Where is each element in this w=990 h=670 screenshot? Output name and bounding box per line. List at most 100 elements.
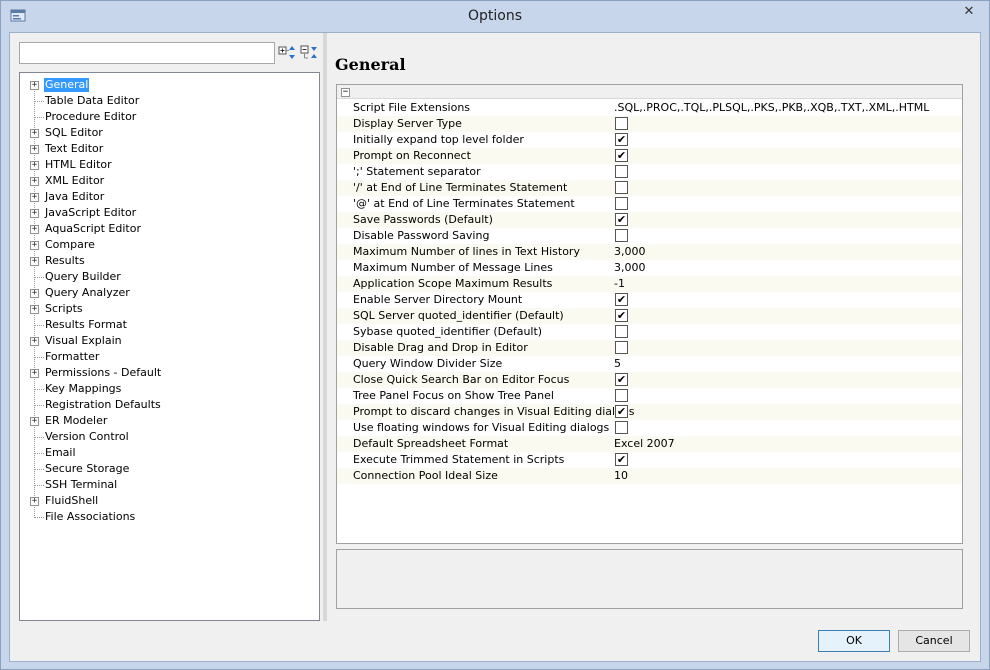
tree-item[interactable]: Secure Storage <box>20 461 319 477</box>
close-button[interactable]: ✕ <box>953 2 985 22</box>
expand-icon[interactable]: + <box>30 209 39 218</box>
tree-item[interactable]: + ER Modeler <box>20 413 319 429</box>
expand-icon[interactable]: + <box>30 129 39 138</box>
property-checkbox[interactable]: ✔ <box>615 213 628 226</box>
tree-item[interactable]: + JavaScript Editor <box>20 205 319 221</box>
property-checkbox[interactable]: ✔ <box>615 453 628 466</box>
property-checkbox[interactable] <box>615 229 628 242</box>
property-row[interactable]: Display Server Type <box>337 116 962 132</box>
property-row[interactable]: Execute Trimmed Statement in Scripts ✔ <box>337 452 962 468</box>
property-checkbox[interactable] <box>615 181 628 194</box>
tree-item[interactable]: + Visual Explain <box>20 333 319 349</box>
tree-item[interactable]: + Query Analyzer <box>20 285 319 301</box>
tree-item[interactable]: + Scripts <box>20 301 319 317</box>
collapse-group-icon[interactable]: − <box>341 88 350 97</box>
expand-icon[interactable]: + <box>30 177 39 186</box>
property-row[interactable]: Enable Server Directory Mount ✔ <box>337 292 962 308</box>
tree-item[interactable]: + Java Editor <box>20 189 319 205</box>
property-row[interactable]: Use floating windows for Visual Editing … <box>337 420 962 436</box>
property-row[interactable]: Script File Extensions .SQL,.PROC,.TQL,.P… <box>337 100 962 116</box>
property-value[interactable]: Excel 2007 <box>614 437 675 451</box>
expand-icon[interactable]: + <box>30 369 39 378</box>
expand-icon[interactable]: + <box>30 193 39 202</box>
property-row[interactable]: Initially expand top level folder ✔ <box>337 132 962 148</box>
property-row[interactable]: Save Passwords (Default) ✔ <box>337 212 962 228</box>
property-checkbox[interactable] <box>615 325 628 338</box>
tree-item[interactable]: + AquaScript Editor <box>20 221 319 237</box>
options-tree[interactable]: + General Table Data Editor Procedure Edito… <box>19 72 320 621</box>
expand-all-icon[interactable] <box>277 43 297 63</box>
tree-item[interactable]: Procedure Editor <box>20 109 319 125</box>
tree-item[interactable]: SSH Terminal <box>20 477 319 493</box>
property-value[interactable]: 3,000 <box>614 261 646 275</box>
tree-item[interactable]: Table Data Editor <box>20 93 319 109</box>
tree-item[interactable]: + XML Editor <box>20 173 319 189</box>
tree-item[interactable]: + General <box>20 77 319 93</box>
cancel-button[interactable]: Cancel <box>898 630 970 652</box>
property-row[interactable]: Prompt on Reconnect ✔ <box>337 148 962 164</box>
property-value[interactable]: 10 <box>614 469 628 483</box>
expand-icon[interactable]: + <box>30 81 39 90</box>
tree-item[interactable]: + Permissions - Default <box>20 365 319 381</box>
tree-item[interactable]: Results Format <box>20 317 319 333</box>
tree-item[interactable]: Formatter <box>20 349 319 365</box>
title-bar[interactable]: Options ✕ <box>1 1 989 33</box>
tree-item[interactable]: + FluidShell <box>20 493 319 509</box>
property-row[interactable]: Prompt to discard changes in Visual Edit… <box>337 404 962 420</box>
property-checkbox[interactable] <box>615 117 628 130</box>
property-value[interactable]: .SQL,.PROC,.TQL,.PLSQL,.PKS,.PKB,.XQB,.T… <box>614 101 929 115</box>
property-checkbox[interactable]: ✔ <box>615 293 628 306</box>
expand-icon[interactable]: + <box>30 305 39 314</box>
tree-item[interactable]: + HTML Editor <box>20 157 319 173</box>
tree-item[interactable]: Version Control <box>20 429 319 445</box>
tree-item[interactable]: Key Mappings <box>20 381 319 397</box>
property-row[interactable]: Tree Panel Focus on Show Tree Panel <box>337 388 962 404</box>
collapse-all-icon[interactable] <box>299 43 319 63</box>
property-row[interactable]: Maximum Number of Message Lines 3,000 <box>337 260 962 276</box>
property-checkbox[interactable]: ✔ <box>615 149 628 162</box>
expand-icon[interactable]: + <box>30 225 39 234</box>
property-grid[interactable]: − Script File Extensions .SQL,.PROC,.TQL,… <box>336 84 963 544</box>
property-row[interactable]: Sybase quoted_identifier (Default) <box>337 324 962 340</box>
property-row[interactable]: Connection Pool Ideal Size 10 <box>337 468 962 484</box>
expand-icon[interactable]: + <box>30 337 39 346</box>
expand-icon[interactable]: + <box>30 145 39 154</box>
expand-icon[interactable]: + <box>30 417 39 426</box>
property-row[interactable]: Close Quick Search Bar on Editor Focus ✔ <box>337 372 962 388</box>
property-checkbox[interactable]: ✔ <box>615 405 628 418</box>
tree-item[interactable]: + SQL Editor <box>20 125 319 141</box>
tree-item[interactable]: + Results <box>20 253 319 269</box>
property-row[interactable]: Disable Password Saving <box>337 228 962 244</box>
tree-item[interactable]: Email <box>20 445 319 461</box>
property-checkbox[interactable]: ✔ <box>615 373 628 386</box>
property-row[interactable]: Default Spreadsheet Format Excel 2007 <box>337 436 962 452</box>
tree-item[interactable]: File Associations <box>20 509 319 525</box>
expand-icon[interactable]: + <box>30 161 39 170</box>
property-checkbox[interactable] <box>615 389 628 402</box>
property-row[interactable]: Query Window Divider Size 5 <box>337 356 962 372</box>
property-value[interactable]: 5 <box>614 357 621 371</box>
tree-item[interactable]: Query Builder <box>20 269 319 285</box>
tree-item[interactable]: + Text Editor <box>20 141 319 157</box>
property-row[interactable]: Maximum Number of lines in Text History 3… <box>337 244 962 260</box>
expand-icon[interactable]: + <box>30 241 39 250</box>
property-checkbox[interactable] <box>615 165 628 178</box>
property-checkbox[interactable] <box>615 421 628 434</box>
expand-icon[interactable]: + <box>30 289 39 298</box>
property-row[interactable]: Disable Drag and Drop in Editor <box>337 340 962 356</box>
ok-button[interactable]: OK <box>818 630 890 652</box>
property-row[interactable]: Application Scope Maximum Results -1 <box>337 276 962 292</box>
tree-item[interactable]: Registration Defaults <box>20 397 319 413</box>
property-value[interactable]: 3,000 <box>614 245 646 259</box>
tree-item[interactable]: + Compare <box>20 237 319 253</box>
property-row[interactable]: ';' Statement separator <box>337 164 962 180</box>
tree-search-input[interactable] <box>19 42 275 64</box>
property-row[interactable]: '/' at End of Line Terminates Statement <box>337 180 962 196</box>
property-checkbox[interactable]: ✔ <box>615 133 628 146</box>
property-row[interactable]: '@' at End of Line Terminates Statement <box>337 196 962 212</box>
property-checkbox[interactable] <box>615 197 628 210</box>
expand-icon[interactable]: + <box>30 497 39 506</box>
expand-icon[interactable]: + <box>30 257 39 266</box>
property-row[interactable]: SQL Server quoted_identifier (Default) ✔ <box>337 308 962 324</box>
property-value[interactable]: -1 <box>614 277 625 291</box>
